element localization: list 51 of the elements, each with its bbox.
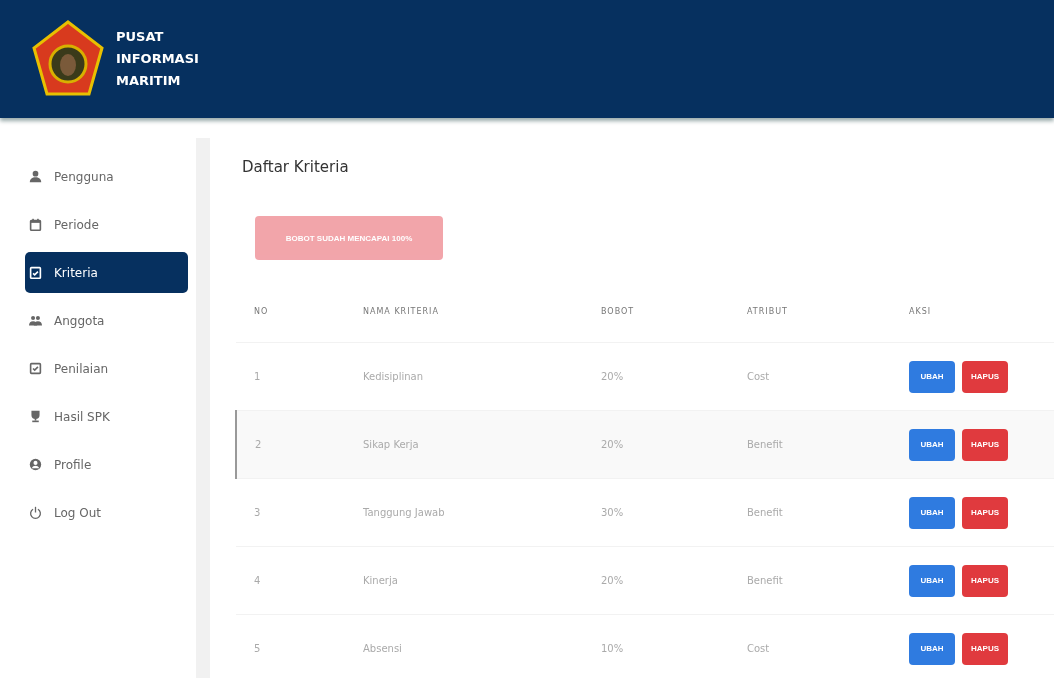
checkbox-icon xyxy=(29,362,42,375)
users-icon xyxy=(29,314,42,327)
table-cell: 3 xyxy=(236,478,362,547)
table-cell: 2 xyxy=(236,410,362,479)
column-header: AKSI xyxy=(908,280,1054,343)
sidebar-item[interactable]: Pengguna xyxy=(25,156,188,197)
profile-icon xyxy=(29,458,42,471)
table-cell: 20% xyxy=(600,410,746,479)
column-header: NO xyxy=(236,280,362,343)
table-cell: 5 xyxy=(236,614,362,682)
edit-button[interactable]: UBAH xyxy=(909,496,955,529)
brand-title-line: INFORMASI xyxy=(116,51,199,67)
table-cell: Benefit xyxy=(746,546,908,615)
edit-button[interactable]: UBAH xyxy=(909,360,955,393)
sidebar-item[interactable]: Periode xyxy=(25,204,188,245)
table-cell: Tanggung Jawab xyxy=(362,478,600,547)
calendar-icon xyxy=(29,218,42,231)
table-cell: 4 xyxy=(236,546,362,615)
table-cell: 10% xyxy=(600,614,746,682)
edit-button[interactable]: UBAH xyxy=(909,428,955,461)
column-header: NAMA KRITERIA xyxy=(362,280,600,343)
table-cell: Kinerja xyxy=(362,546,600,615)
table-cell: Sikap Kerja xyxy=(362,410,600,479)
sidebar-item[interactable]: Penilaian xyxy=(25,348,188,389)
page-title: Daftar Kriteria xyxy=(241,158,350,176)
delete-button[interactable]: HAPUS xyxy=(962,428,1008,461)
column-header: ATRIBUT xyxy=(746,280,908,343)
trophy-icon xyxy=(29,410,42,423)
clipboard-check-icon xyxy=(29,266,42,279)
table-cell: Benefit xyxy=(746,410,908,479)
delete-button[interactable]: HAPUS xyxy=(962,360,1008,393)
table-cell: Cost xyxy=(746,614,908,682)
sidebar-item[interactable]: Hasil SPK xyxy=(25,396,188,437)
table-cell: 30% xyxy=(600,478,746,547)
column-header: BOBOT xyxy=(600,280,746,343)
power-icon xyxy=(29,506,42,519)
sidebar-item[interactable]: Profile xyxy=(25,444,188,485)
table-cell: Absensi xyxy=(362,614,600,682)
sidebar-item[interactable]: Log Out xyxy=(25,492,188,533)
delete-button[interactable]: HAPUS xyxy=(962,564,1008,597)
brand-title-line: PUSAT xyxy=(116,29,165,45)
user-icon xyxy=(29,170,42,183)
brand-title-line: MARITIM xyxy=(116,73,182,89)
delete-button[interactable]: HAPUS xyxy=(962,632,1008,665)
edit-button[interactable]: UBAH xyxy=(909,564,955,597)
table-cell: 20% xyxy=(600,546,746,615)
edit-button[interactable]: UBAH xyxy=(909,632,955,665)
table-cell: Benefit xyxy=(746,478,908,547)
sidebar-item[interactable]: Anggota xyxy=(25,300,188,341)
delete-button[interactable]: HAPUS xyxy=(962,496,1008,529)
sidebar-item[interactable]: Kriteria xyxy=(25,252,188,293)
